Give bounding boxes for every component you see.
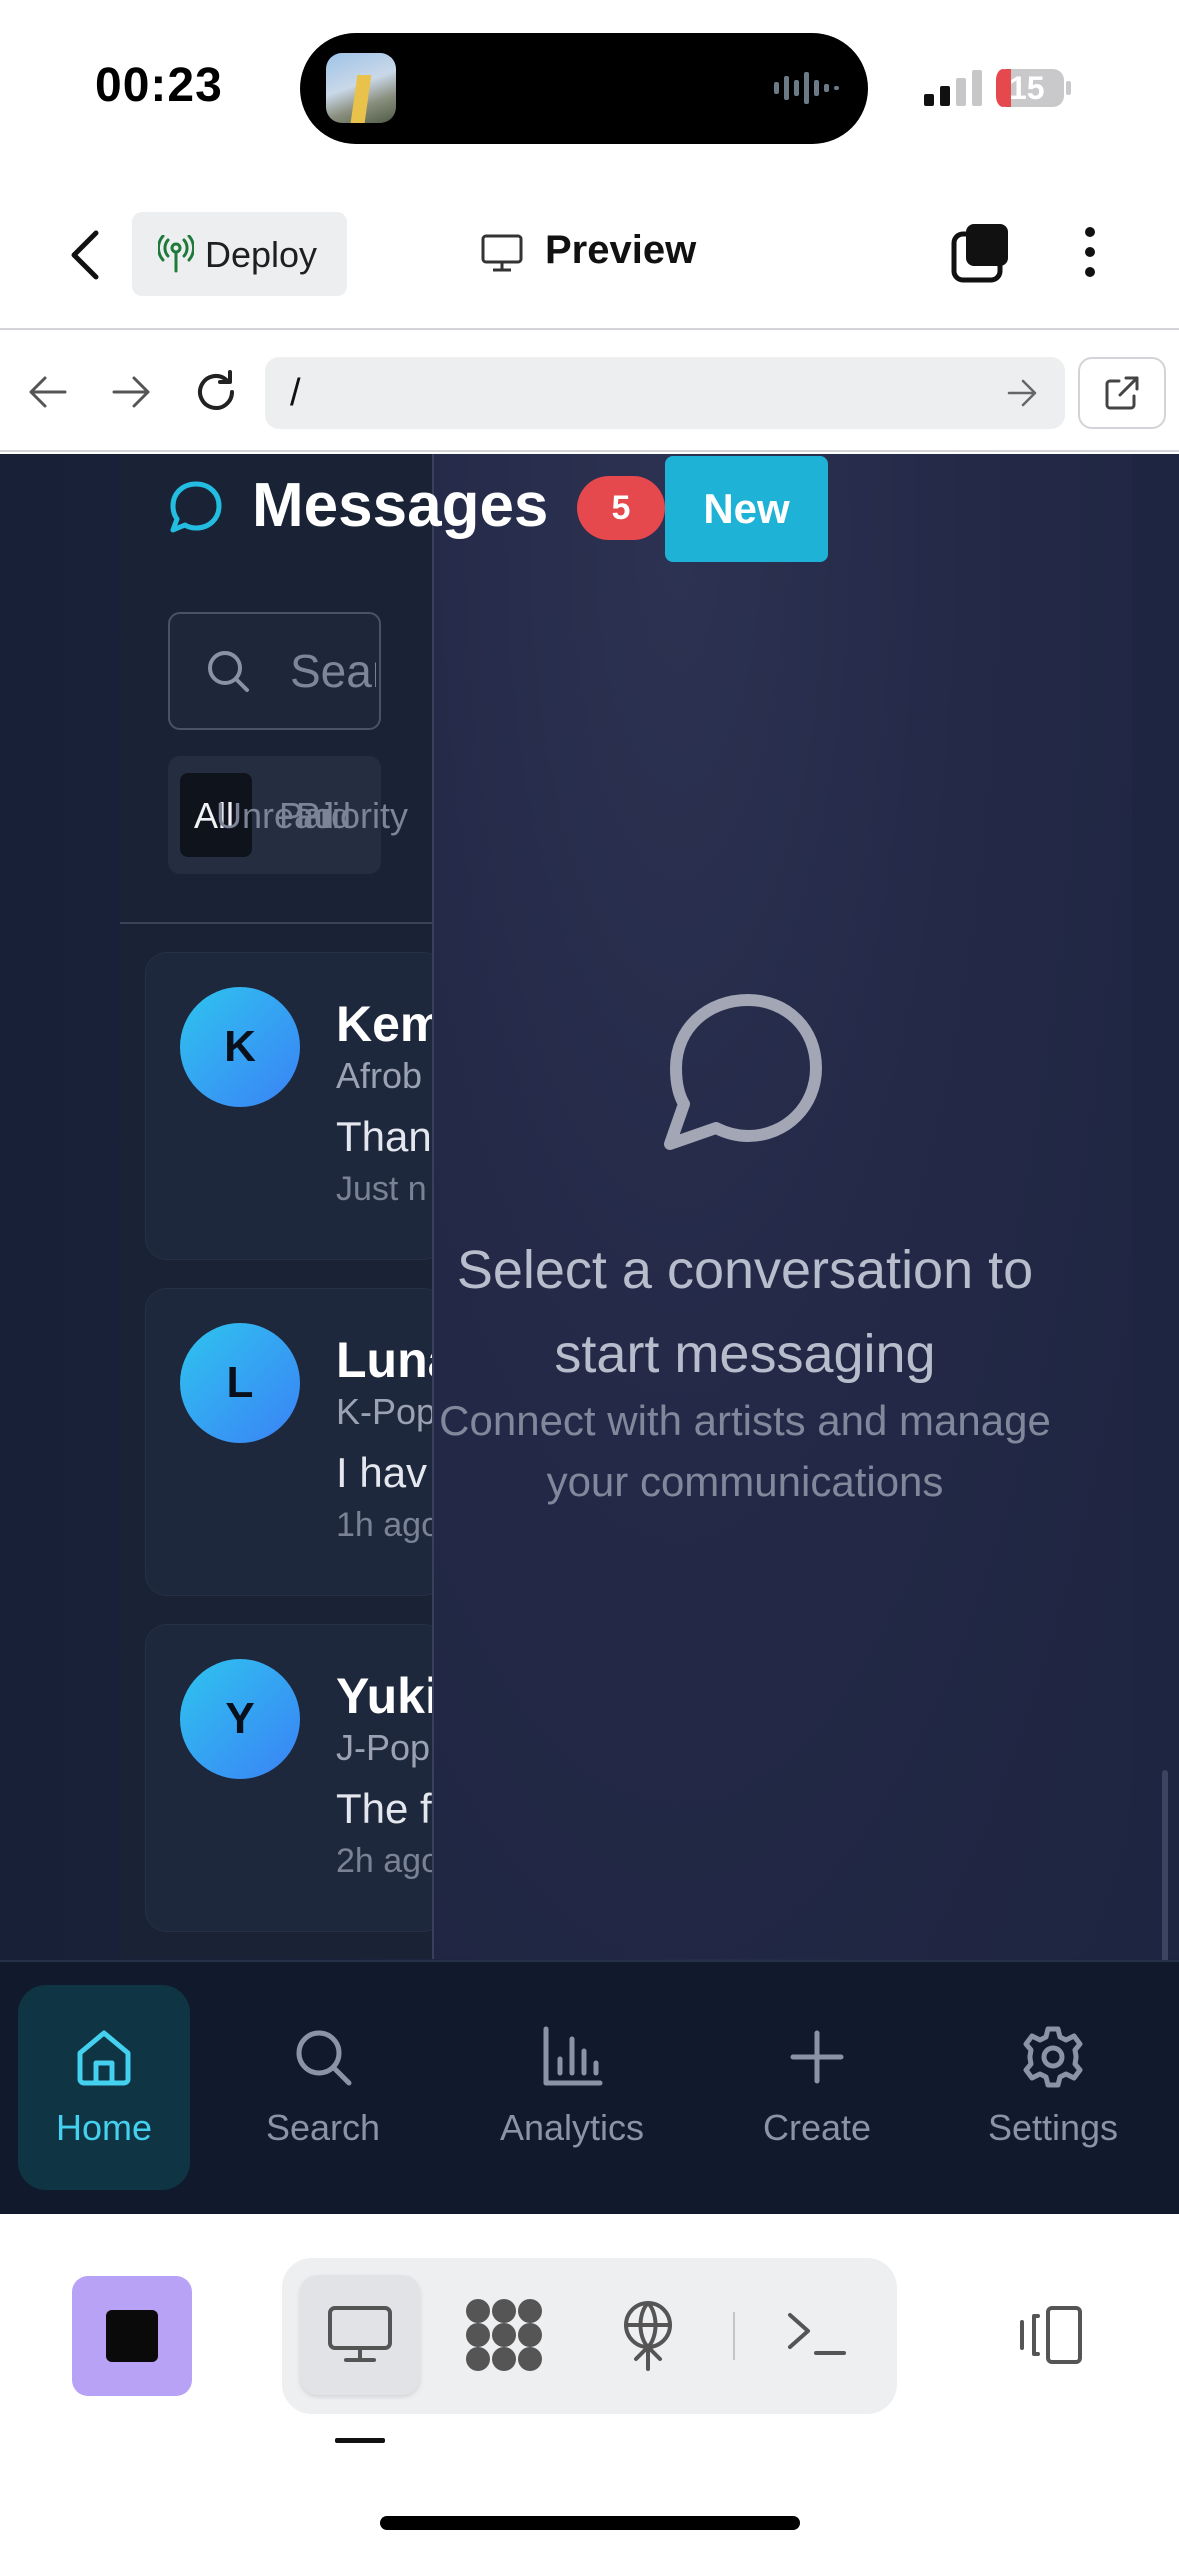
tab-analytics-label: Analytics: [499, 2107, 645, 2148]
audio-wave-icon: [774, 72, 839, 104]
search-icon: [296, 2030, 352, 2086]
battery-icon: 15: [995, 68, 1073, 108]
avatar: Y: [180, 1659, 300, 1779]
contact-name: Kem: [336, 996, 432, 1052]
last-message: Than: [336, 1113, 432, 1160]
reload-icon[interactable]: [192, 368, 240, 416]
conversation-card[interactable]: K Kem Afrob Than Just n: [145, 952, 432, 1260]
last-message: I hav: [336, 1449, 428, 1496]
panel-edge: [1132, 454, 1179, 1959]
device-frame-icon[interactable]: [1012, 2304, 1084, 2366]
monitor-icon: [481, 234, 523, 272]
home-icon: [77, 2030, 131, 2086]
filter-priority[interactable]: Priority: [296, 795, 408, 837]
search-icon: [208, 651, 249, 692]
url-input[interactable]: [265, 357, 1065, 429]
tab-home-label: Home: [55, 2107, 153, 2148]
tab-settings[interactable]: Settings: [967, 1985, 1139, 2190]
unread-count-badge: 5: [577, 476, 665, 540]
new-message-button[interactable]: New: [665, 456, 828, 562]
analytics-icon: [543, 2026, 603, 2086]
avatar: L: [180, 1323, 300, 1443]
contact-genre: Afrob: [336, 1055, 423, 1096]
open-external-button[interactable]: [1078, 357, 1166, 429]
arrow-left-icon[interactable]: [25, 372, 69, 412]
deploy-antenna-icon: [158, 235, 194, 273]
divider: [120, 922, 432, 924]
contact-name: Yuki: [336, 1668, 432, 1724]
arrow-right-icon[interactable]: [110, 372, 154, 412]
now-playing-thumbnail[interactable]: [326, 53, 396, 123]
stop-button[interactable]: [72, 2276, 192, 2396]
contact-genre: J-Pop: [336, 1727, 431, 1768]
battery-level: 15: [1009, 70, 1045, 106]
home-indicator[interactable]: [380, 2516, 800, 2530]
tab-search[interactable]: Search: [237, 1985, 409, 2190]
tab-search-label: Search: [265, 2107, 381, 2148]
conversation-card[interactable]: Y Yuki J-Pop The f 2h ago: [145, 1624, 432, 1932]
gear-icon: [1023, 2026, 1083, 2088]
cellular-signal-icon: [924, 70, 982, 106]
last-message: The f: [336, 1785, 432, 1832]
tab-analytics[interactable]: Analytics: [486, 1985, 658, 2190]
messages-title: Messages: [252, 471, 549, 540]
tab-home[interactable]: Home: [18, 1985, 190, 2190]
monitor-icon: [328, 2306, 392, 2362]
search-placeholder: Search: [290, 645, 376, 697]
contact-genre: K-Pop: [336, 1391, 432, 1432]
toolbar-separator: [733, 2312, 735, 2360]
preview-title[interactable]: Preview: [545, 228, 696, 273]
empty-state-subtitle: Connect with artists and manage your com…: [439, 1397, 1051, 1505]
workflow-icon[interactable]: [464, 2297, 544, 2373]
url-text: /: [290, 372, 301, 414]
active-view-indicator: [335, 2438, 385, 2443]
conversation-card[interactable]: L Luna K-Pop I hav 1h ago: [145, 1288, 432, 1596]
chat-bubble-icon: [664, 994, 822, 1150]
tabs-switcher-icon[interactable]: [950, 222, 1012, 284]
more-options-icon[interactable]: [1070, 222, 1110, 282]
deploy-antenna-icon[interactable]: [616, 2297, 680, 2373]
message-time: Just n: [336, 1170, 427, 1208]
back-chevron-icon[interactable]: [60, 225, 110, 285]
empty-state-title: Select a conversation to start messaging: [456, 1240, 1034, 1384]
terminal-icon[interactable]: [786, 2305, 848, 2363]
tab-create-label: Create: [762, 2107, 872, 2148]
avatar: K: [180, 987, 300, 1107]
message-time: 1h ago: [336, 1506, 432, 1544]
status-time: 00:23: [95, 59, 223, 112]
plus-icon: [790, 2030, 844, 2084]
tab-create[interactable]: Create: [731, 1985, 903, 2190]
deploy-label: Deploy: [205, 234, 318, 275]
conversation-detail-panel: [432, 454, 1132, 1959]
go-arrow-icon[interactable]: [1005, 376, 1041, 410]
external-link-icon: [1105, 376, 1139, 410]
tab-settings-label: Settings: [987, 2107, 1119, 2148]
contact-name: Luna: [336, 1332, 432, 1388]
message-bubble-icon: [170, 481, 222, 533]
conversation-list: K Kem Afrob Than Just n L Luna K-Pop I h…: [145, 925, 432, 1959]
message-time: 2h ago: [336, 1842, 432, 1880]
